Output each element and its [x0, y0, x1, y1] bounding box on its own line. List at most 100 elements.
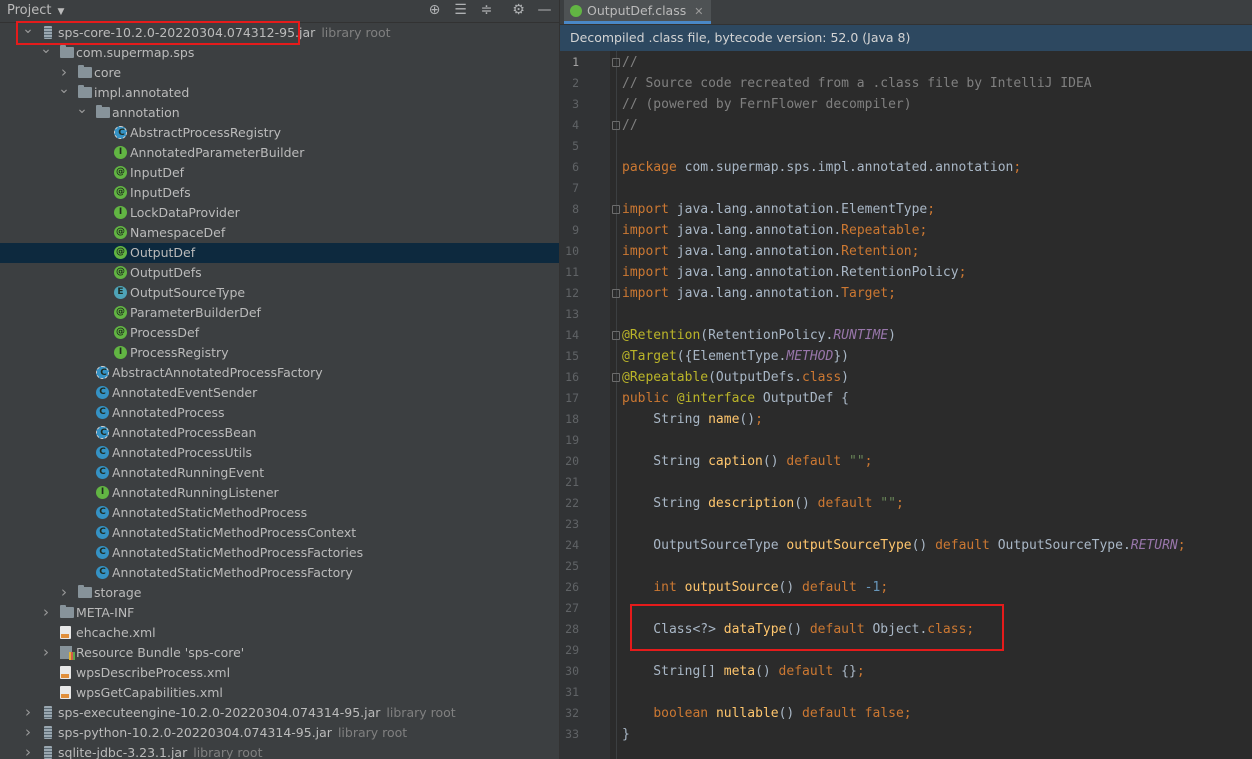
tree-item-text: storage — [94, 585, 142, 600]
expand-all-icon[interactable]: ☰ — [452, 2, 469, 19]
code-token: caption — [708, 454, 763, 469]
fold-marker-icon[interactable] — [612, 373, 620, 382]
tree-item[interactable]: I LockDataProvider — [0, 203, 559, 223]
class-glyph: C — [99, 467, 106, 477]
line-number: 22 — [565, 496, 579, 510]
code-token: OutputSourceType. — [997, 538, 1131, 553]
tree-item[interactable]: › sps-executeengine-10.2.0-20220304.07431… — [0, 703, 559, 723]
class-glyph: C — [99, 527, 106, 537]
tree-item-text: Resource Bundle 'sps-core' — [76, 645, 245, 660]
chevron-down-icon[interactable]: ⌄ — [76, 99, 88, 119]
class-icon: C — [96, 566, 109, 579]
code-line: String caption() default ""; — [622, 451, 872, 472]
fold-marker-icon[interactable] — [612, 205, 620, 214]
code-token: ; — [1177, 538, 1186, 553]
tree-item[interactable]: C AnnotatedProcessBean — [0, 423, 559, 443]
tree-item[interactable]: ⌄ annotation — [0, 101, 559, 123]
line-number: 8 — [572, 202, 579, 216]
tree-item[interactable]: I ProcessRegistry — [0, 343, 559, 363]
tree-item[interactable]: › sqlite-jdbc-3.23.1.jar library root — [0, 743, 559, 759]
tree-item-text: sps-python-10.2.0-20220304.074314-95.jar — [58, 725, 332, 740]
tree-item[interactable]: C AnnotatedStaticMethodProcessContext — [0, 523, 559, 543]
code-line: OutputSourceType outputSourceType() defa… — [622, 535, 1186, 556]
tree-item[interactable]: C AnnotatedStaticMethodProcessFactories — [0, 543, 559, 563]
code-token: name — [708, 412, 740, 427]
tree-item-label: OutputDef — [130, 243, 195, 263]
jar-icon — [44, 706, 52, 719]
tree-item[interactable]: › Resource Bundle 'sps-core' — [0, 643, 559, 663]
interface-glyph: I — [118, 347, 123, 357]
tree-item-label: ProcessRegistry — [130, 343, 229, 363]
line-number: 25 — [565, 559, 579, 573]
code-token: String — [622, 496, 709, 511]
fold-marker-icon[interactable] — [612, 331, 620, 340]
tree-item[interactable]: @ NamespaceDef — [0, 223, 559, 243]
tree-item[interactable]: wpsDescribeProcess.xml — [0, 663, 559, 683]
project-view-selector[interactable]: Project ▼ — [7, 3, 64, 18]
tree-item[interactable]: C AnnotatedProcess — [0, 403, 559, 423]
tree-item[interactable]: C AnnotatedStaticMethodProcess — [0, 503, 559, 523]
code-token: java.lang.annotation. — [676, 223, 842, 238]
code-line: @Retention(RetentionPolicy.RUNTIME) — [622, 325, 896, 346]
tree-item[interactable]: @ OutputDef — [0, 243, 559, 263]
target-icon[interactable]: ⊕ — [426, 2, 443, 19]
tree-item[interactable]: ⌄ com.supermap.sps — [0, 41, 559, 63]
tree-item[interactable]: @ InputDef — [0, 163, 559, 183]
close-icon[interactable]: ✕ — [694, 5, 703, 18]
tree-item[interactable]: › sps-python-10.2.0-20220304.074314-95.ja… — [0, 723, 559, 743]
tree-item[interactable]: @ OutputDefs — [0, 263, 559, 283]
code-token: ; — [856, 664, 865, 679]
tree-item-label: AnnotatedRunningEvent — [112, 463, 264, 483]
tree-item-label: AnnotatedRunningListener — [112, 483, 279, 503]
tree-item[interactable]: @ ProcessDef — [0, 323, 559, 343]
tab-outputdef-class[interactable]: OutputDef.class ✕ — [564, 0, 712, 24]
tree-item[interactable]: ehcache.xml — [0, 623, 559, 643]
tree-item[interactable]: › META-INF — [0, 603, 559, 623]
tree-item-text: LockDataProvider — [130, 205, 240, 220]
fold-marker-icon[interactable] — [612, 289, 620, 298]
code-token: description — [708, 496, 795, 511]
tree-item[interactable]: C AnnotatedStaticMethodProcessFactory — [0, 563, 559, 583]
tree-item-text: sqlite-jdbc-3.23.1.jar — [58, 745, 188, 759]
package-icon — [78, 85, 92, 98]
gutter-divider — [616, 51, 617, 759]
tree-item[interactable]: C AnnotatedProcessUtils — [0, 443, 559, 463]
tree-item-text: wpsDescribeProcess.xml — [76, 665, 231, 680]
chevron-right-icon[interactable]: › — [40, 642, 52, 662]
line-number: 6 — [572, 160, 579, 174]
tree-item[interactable]: › core — [0, 63, 559, 83]
abstract-glyph: C — [100, 428, 107, 438]
tree-item[interactable]: I AnnotatedRunningListener — [0, 483, 559, 503]
code-token: ; — [903, 706, 912, 721]
collapse-all-icon[interactable]: ≑ — [478, 2, 495, 19]
editor-tab-bar: OutputDef.class ✕ — [560, 0, 1252, 25]
minimize-icon[interactable]: — — [536, 2, 553, 19]
tree-item-label: NamespaceDef — [130, 223, 225, 243]
fold-marker-icon[interactable] — [612, 58, 620, 67]
tree-item[interactable]: @ ParameterBuilderDef — [0, 303, 559, 323]
tree-item[interactable]: › storage — [0, 583, 559, 603]
chevron-right-icon[interactable]: › — [58, 582, 70, 602]
line-number: 1 — [572, 55, 579, 69]
code-token: nullable — [715, 706, 779, 721]
project-panel-header: Project ▼ ⊕ ☰ ≑ ⚙ — — [0, 0, 559, 23]
tree-item[interactable]: I AnnotatedParameterBuilder — [0, 143, 559, 163]
tree-item[interactable]: C AnnotatedRunningEvent — [0, 463, 559, 483]
class-glyph: C — [99, 447, 106, 457]
gear-icon[interactable]: ⚙ — [510, 2, 527, 19]
code-line: } — [622, 724, 630, 745]
tree-item[interactable]: C AnnotatedEventSender — [0, 383, 559, 403]
chevron-right-icon[interactable]: › — [22, 742, 34, 759]
chevron-right-icon[interactable]: › — [22, 722, 34, 742]
tree-item[interactable]: C AbstractAnnotatedProcessFactory — [0, 363, 559, 383]
chevron-down-icon[interactable]: ⌄ — [58, 79, 70, 99]
chevron-right-icon[interactable]: › — [22, 702, 34, 722]
line-number: 20 — [565, 454, 579, 468]
tree-item[interactable]: E OutputSourceType — [0, 283, 559, 303]
tree-item[interactable]: wpsGetCapabilities.xml — [0, 683, 559, 703]
library-root-hint: library root — [386, 705, 456, 720]
chevron-right-icon[interactable]: › — [40, 602, 52, 622]
fold-marker-icon[interactable] — [612, 121, 620, 130]
tree-item[interactable]: @ InputDefs — [0, 183, 559, 203]
tree-item[interactable]: C AbstractProcessRegistry — [0, 123, 559, 143]
